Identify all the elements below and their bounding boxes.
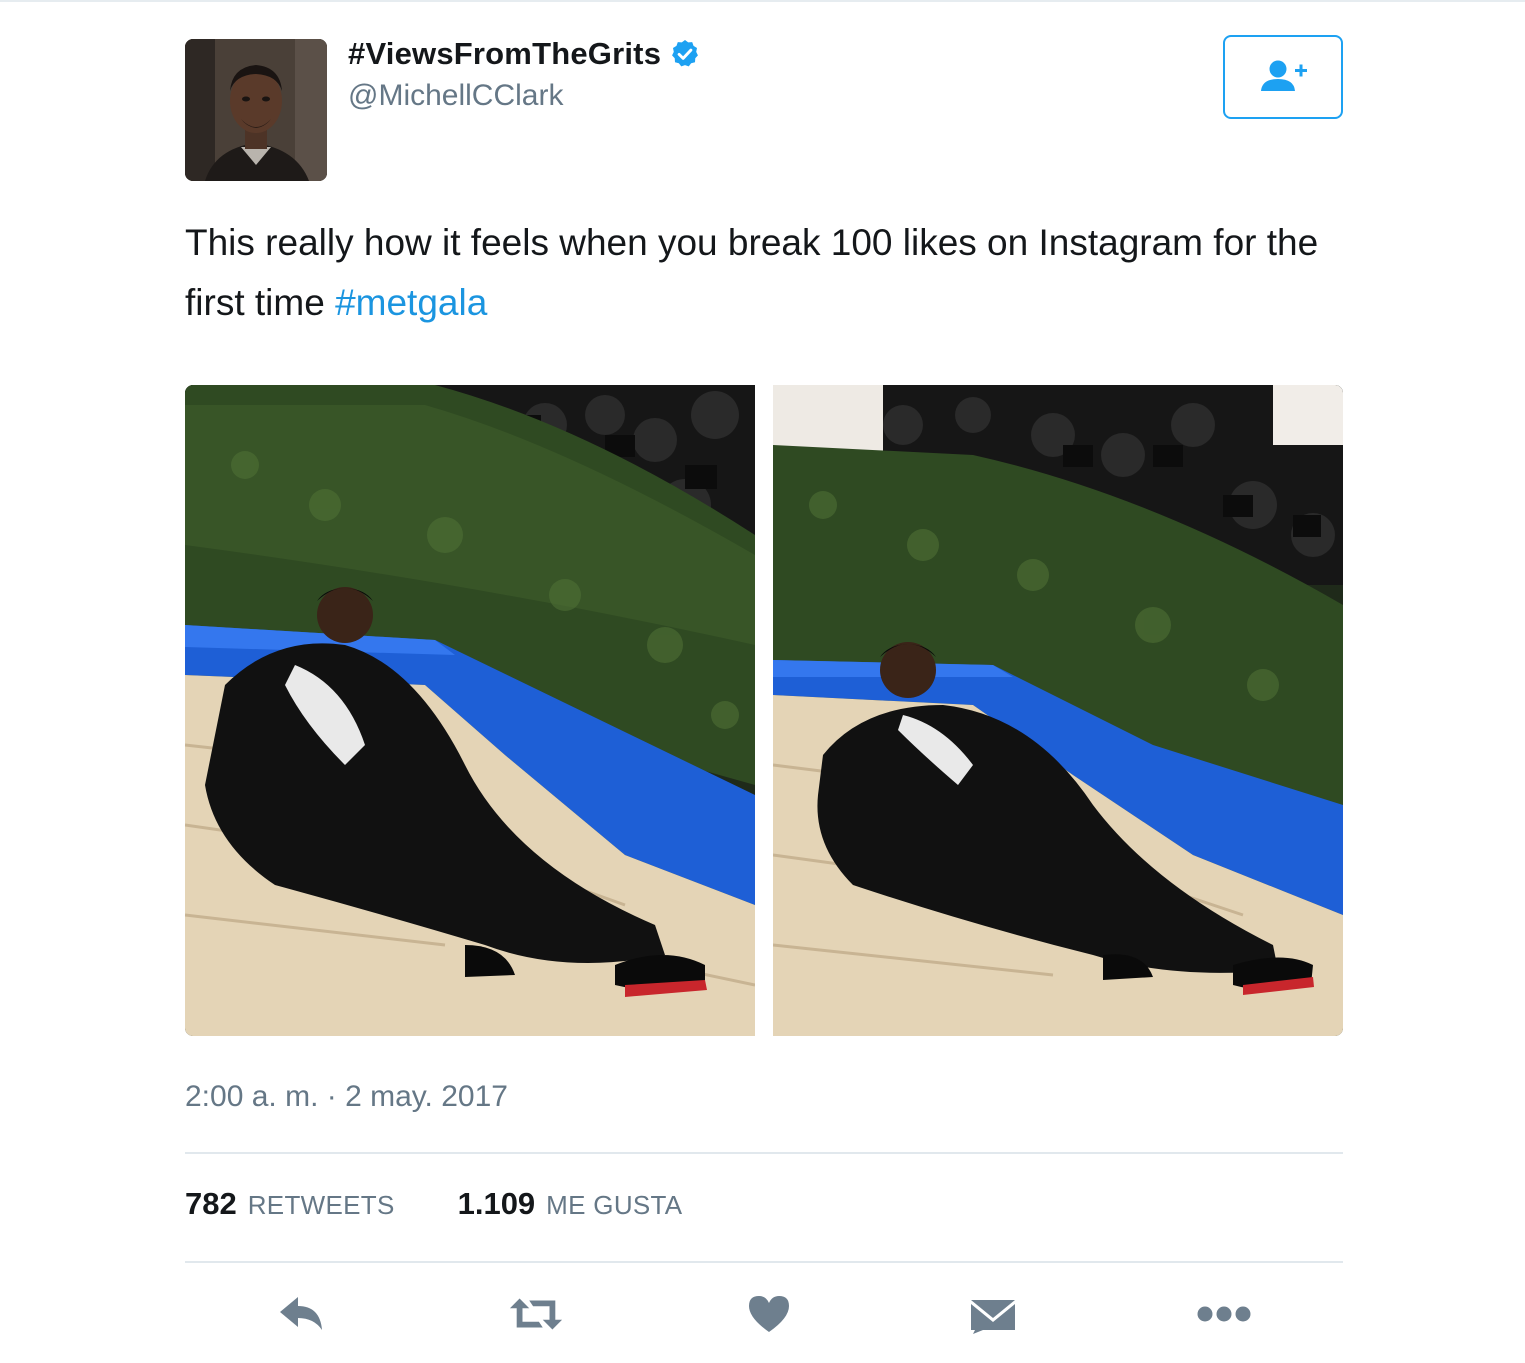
display-name-row[interactable]: #ViewsFromTheGrits [348, 36, 701, 72]
retweet-button[interactable] [508, 1290, 564, 1338]
reply-icon [280, 1297, 322, 1330]
tweet-timestamp[interactable]: 2:00 a. m. · 2 may. 2017 [185, 1080, 508, 1114]
tweet-text: This really how it feels when you break … [185, 213, 1343, 333]
likes-count: 1.109 [457, 1186, 536, 1221]
follow-button[interactable] [1223, 35, 1343, 119]
hashtag-link[interactable]: #metgala [335, 282, 487, 323]
verified-badge-icon [669, 38, 701, 70]
reply-button[interactable] [273, 1290, 329, 1338]
likes-label: ME GUSTA [546, 1190, 683, 1220]
tweet-card: #ViewsFromTheGrits @MichellCClark This r… [185, 0, 1343, 1363]
retweets-count: 782 [185, 1186, 237, 1221]
heart-icon [749, 1296, 789, 1332]
divider [185, 1261, 1343, 1263]
retweets-label: RETWEETS [247, 1190, 395, 1220]
tweet-stats: 782 RETWEETS 1.109 ME GUSTA [185, 1186, 745, 1222]
likes-stat[interactable]: 1.109 ME GUSTA [458, 1186, 683, 1222]
envelope-icon [971, 1300, 1015, 1334]
retweets-stat[interactable]: 782 RETWEETS [185, 1186, 395, 1222]
divider [185, 1152, 1343, 1154]
follow-user-icon [1261, 60, 1307, 91]
more-icon [1197, 1306, 1251, 1322]
photo-left[interactable] [185, 385, 755, 1036]
like-button[interactable] [741, 1290, 797, 1338]
more-button[interactable] [1196, 1290, 1252, 1338]
direct-message-button[interactable] [965, 1290, 1021, 1338]
photo-right[interactable] [773, 385, 1343, 1036]
avatar[interactable] [185, 39, 327, 181]
user-handle[interactable]: @MichellCClark [348, 79, 563, 113]
display-name[interactable]: #ViewsFromTheGrits [348, 36, 661, 72]
tweet-actions [185, 1290, 1343, 1340]
retweet-icon [509, 1298, 563, 1330]
